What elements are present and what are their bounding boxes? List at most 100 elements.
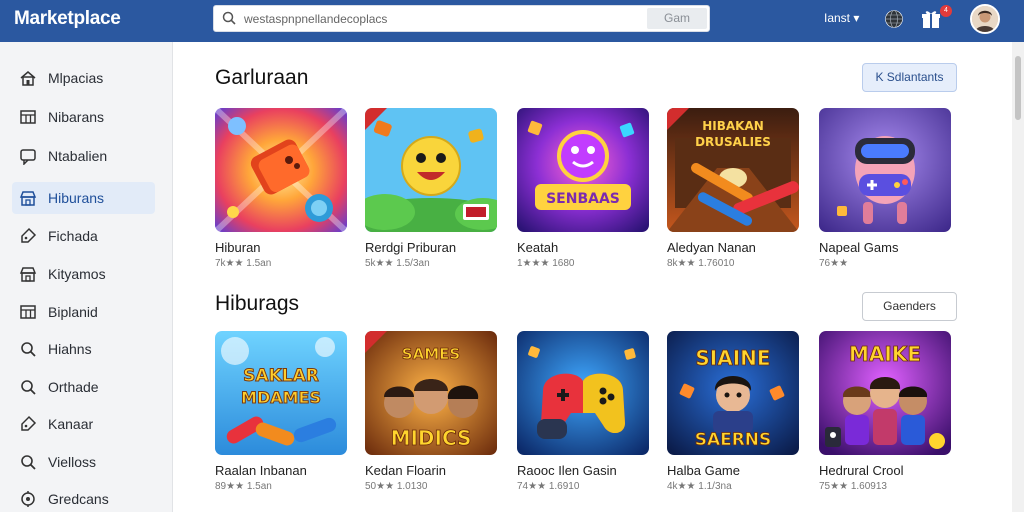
svg-text:SIAINE: SIAINE bbox=[695, 346, 770, 370]
game-rating: 50★★ 1.0130 bbox=[365, 481, 428, 492]
section-title: Hiburags bbox=[215, 292, 300, 315]
sidebar-item-2[interactable]: Nibarans bbox=[12, 101, 155, 133]
sidebar-item-label: Fichada bbox=[48, 228, 98, 244]
sidebar: Mlpacias Nibarans Ntabalien Hiburans Fichada… bbox=[0, 42, 173, 512]
sidebar-item-label: Kityamos bbox=[48, 266, 106, 282]
game-title[interactable]: Napeal Gams bbox=[819, 240, 951, 255]
svg-text:MIDICS: MIDICS bbox=[391, 426, 472, 450]
game-thumbnail[interactable]: SENBAAS bbox=[517, 108, 649, 232]
sidebar-item-10[interactable]: Kanaar bbox=[12, 408, 155, 440]
game-card[interactable]: SENBAAS Keatah 1★★★ 1680 bbox=[517, 108, 649, 269]
store-icon bbox=[19, 267, 37, 282]
svg-text:DRUSALIES: DRUSALIES bbox=[695, 135, 771, 149]
main-content: Garluraan K Sdlantants Hiburan 7k★★ 1.5an … bbox=[174, 42, 1012, 512]
search-icon bbox=[222, 11, 236, 25]
game-title[interactable]: Kedan Floarin bbox=[365, 463, 497, 478]
game-title[interactable]: Halba Game bbox=[667, 463, 799, 478]
account-menu[interactable]: Ianst ▾ bbox=[824, 11, 859, 25]
user-avatar[interactable] bbox=[970, 4, 1000, 34]
svg-text:SAKLAR: SAKLAR bbox=[243, 366, 319, 386]
sidebar-item-5[interactable]: Fichada bbox=[12, 220, 155, 252]
game-thumbnail[interactable] bbox=[819, 108, 951, 232]
sidebar-item-4[interactable]: Hiburans bbox=[12, 182, 155, 214]
game-title[interactable]: Rerdgi Priburan bbox=[365, 240, 497, 255]
sidebar-item-11[interactable]: Vielloss bbox=[12, 446, 155, 478]
scrollbar-thumb[interactable] bbox=[1015, 56, 1021, 120]
game-card[interactable]: SAMES MIDICS Kedan Floarin 50★★ 1.0130 bbox=[365, 331, 497, 492]
game-title[interactable]: Hiburan bbox=[215, 240, 347, 255]
svg-text:MDAMES: MDAMES bbox=[241, 388, 321, 407]
game-rating: 7k★★ 1.5an bbox=[215, 258, 272, 269]
game-card[interactable]: Rerdgi Priburan 5k★★ 1.5/3an bbox=[365, 108, 497, 269]
game-thumbnail[interactable] bbox=[517, 331, 649, 455]
game-thumbnail[interactable]: SAMES MIDICS bbox=[365, 331, 497, 455]
sidebar-item-8[interactable]: Hiahns bbox=[12, 333, 155, 365]
sidebar-item-label: Ntabalien bbox=[48, 148, 108, 164]
section-action-button[interactable]: Gaenders bbox=[862, 292, 957, 321]
sidebar-item-3[interactable]: Ntabalien bbox=[12, 140, 155, 172]
grid-icon bbox=[20, 305, 36, 319]
game-card[interactable]: Raooc Ilen Gasin 74★★ 1.6910 bbox=[517, 331, 649, 492]
sidebar-item-label: Biplanid bbox=[48, 304, 98, 320]
game-rating: 74★★ 1.6910 bbox=[517, 481, 580, 492]
sidebar-item-1[interactable]: Mlpacias bbox=[12, 62, 155, 94]
game-card[interactable]: SIAINE SAERNS Halba Game 4k★★ 1.1/3na bbox=[667, 331, 799, 492]
search-icon bbox=[21, 455, 36, 470]
game-title[interactable]: Raooc Ilen Gasin bbox=[517, 463, 649, 478]
search-input[interactable] bbox=[244, 6, 644, 31]
game-card[interactable]: SAKLAR MDAMES Raalan Inbanan 89★★ 1.5an bbox=[215, 331, 347, 492]
game-card[interactable]: Hiburan 7k★★ 1.5an bbox=[215, 108, 347, 269]
home-icon bbox=[20, 71, 36, 86]
notification-badge: 4 bbox=[940, 5, 952, 17]
section-action-button[interactable]: K Sdlantants bbox=[862, 63, 957, 92]
app-logo[interactable]: Marketplace bbox=[14, 8, 121, 30]
game-rating: 89★★ 1.5an bbox=[215, 481, 272, 492]
sidebar-item-label: Nibarans bbox=[48, 109, 105, 125]
sidebar-item-label: Mlpacias bbox=[48, 70, 104, 86]
top-bar: Marketplace Gam Ianst ▾ 4 bbox=[0, 0, 1024, 42]
scrollbar[interactable] bbox=[1012, 42, 1024, 512]
gift-icon[interactable] bbox=[920, 8, 942, 30]
svg-text:SAERNS: SAERNS bbox=[695, 430, 772, 450]
svg-text:MAIKE: MAIKE bbox=[849, 342, 921, 366]
avatar-image bbox=[972, 6, 998, 32]
sidebar-item-label: Gredcans bbox=[48, 491, 109, 507]
game-card[interactable]: HIBAKAN DRUSALIES Aledyan Nanan 8k★★ 1.76… bbox=[667, 108, 799, 269]
tag-icon bbox=[21, 415, 37, 431]
game-rating: 76★★ bbox=[819, 258, 849, 269]
game-title[interactable]: Raalan Inbanan bbox=[215, 463, 347, 478]
sidebar-item-label: Hiahns bbox=[48, 341, 92, 357]
tag-icon bbox=[21, 227, 37, 243]
game-rating: 4k★★ 1.1/3na bbox=[667, 481, 732, 492]
game-title[interactable]: Hedrural Crool bbox=[819, 463, 951, 478]
sidebar-item-label: Vielloss bbox=[48, 454, 96, 470]
game-title[interactable]: Aledyan Nanan bbox=[667, 240, 799, 255]
search-icon bbox=[21, 380, 36, 395]
game-title[interactable]: Keatah bbox=[517, 240, 649, 255]
svg-text:HIBAKAN: HIBAKAN bbox=[702, 119, 764, 133]
game-thumbnail[interactable] bbox=[365, 108, 497, 232]
sidebar-item-12[interactable]: Gredcans bbox=[12, 483, 155, 515]
game-card[interactable]: Napeal Gams 76★★ bbox=[819, 108, 951, 269]
search-bar: Gam bbox=[213, 5, 710, 32]
game-thumbnail[interactable] bbox=[215, 108, 347, 232]
search-button[interactable]: Gam bbox=[647, 8, 707, 29]
settings-icon bbox=[21, 491, 35, 507]
game-thumbnail[interactable]: SIAINE SAERNS bbox=[667, 331, 799, 455]
store-icon bbox=[19, 191, 37, 206]
game-thumbnail[interactable]: SAKLAR MDAMES bbox=[215, 331, 347, 455]
game-card[interactable]: MAIKE Hedrural Crool 75★★ 1.60913 bbox=[819, 331, 951, 492]
sidebar-item-6[interactable]: Kityamos bbox=[12, 258, 155, 290]
sidebar-item-9[interactable]: Orthade bbox=[12, 371, 155, 403]
game-thumbnail[interactable]: MAIKE bbox=[819, 331, 951, 455]
sidebar-item-label: Kanaar bbox=[48, 416, 94, 432]
search-icon bbox=[21, 342, 36, 357]
game-rating: 8k★★ 1.76010 bbox=[667, 258, 735, 269]
game-rating: 75★★ 1.60913 bbox=[819, 481, 887, 492]
svg-text:SENBAAS: SENBAAS bbox=[546, 191, 620, 207]
game-rating: 5k★★ 1.5/3an bbox=[365, 258, 430, 269]
svg-text:SAMES: SAMES bbox=[402, 345, 460, 363]
game-thumbnail[interactable]: HIBAKAN DRUSALIES bbox=[667, 108, 799, 232]
globe-icon[interactable] bbox=[884, 9, 904, 29]
sidebar-item-7[interactable]: Biplanid bbox=[12, 296, 155, 328]
